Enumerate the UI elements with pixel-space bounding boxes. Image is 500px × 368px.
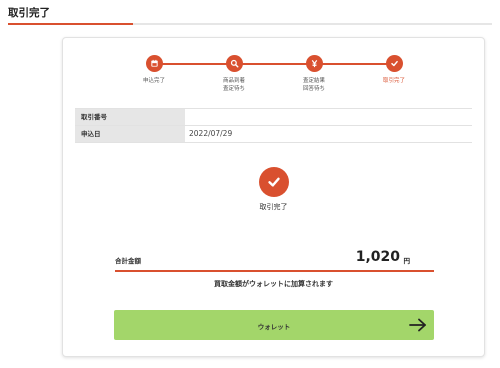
progress-stepper: 申込完了 商品到着 査定待ち 査定結果 回答待ち 取引完了 — [63, 38, 484, 108]
info-label: 取引番号 — [75, 109, 185, 125]
wallet-button-label: ウォレット — [257, 323, 291, 331]
total-underline — [115, 270, 434, 272]
step-application-complete: 申込完了 — [114, 55, 194, 85]
wallet-button[interactable]: ウォレット — [114, 310, 434, 340]
info-value: 2022/07/29 — [189, 129, 233, 138]
wallet-notice: 買取金額がウォレットに加算されます — [214, 280, 333, 288]
step-label: 取引完了 — [382, 78, 405, 84]
step-label: 査定結果 回答待ち — [302, 78, 325, 92]
transaction-card: 申込完了 商品到着 査定待ち 査定結果 回答待ち 取引完了 取引番号 申込日 2… — [62, 37, 485, 357]
header-accent-underline — [8, 23, 133, 25]
status-label: 取引完了 — [259, 203, 288, 211]
info-label: 申込日 — [75, 126, 185, 142]
step-awaiting-answer: 査定結果 回答待ち — [274, 55, 354, 93]
yen-icon — [305, 55, 323, 72]
total-row: 合計金額 1,020 円 — [115, 249, 434, 270]
total-unit: 円 — [403, 257, 411, 265]
step-transaction-complete: 取引完了 — [354, 55, 434, 85]
check-icon — [259, 167, 289, 197]
step-awaiting-appraisal: 商品到着 査定待ち — [194, 55, 274, 93]
check-icon — [385, 55, 403, 72]
step-label: 申込完了 — [142, 78, 165, 84]
total-amount: 1,020 — [355, 249, 400, 265]
info-row-transaction-number: 取引番号 — [75, 109, 472, 126]
info-value — [185, 109, 472, 125]
page-title: 取引完了 — [8, 7, 50, 19]
step-label: 商品到着 査定待ち — [222, 78, 245, 92]
total-label: 合計金額 — [115, 257, 141, 265]
arrow-right-icon — [409, 318, 426, 332]
transaction-info-table: 取引番号 申込日 2022/07/29 — [75, 108, 472, 143]
info-row-application-date: 申込日 2022/07/29 — [75, 126, 472, 143]
search-icon — [225, 55, 243, 72]
calendar-icon — [145, 55, 163, 72]
page-header: 取引完了 — [0, 0, 500, 26]
